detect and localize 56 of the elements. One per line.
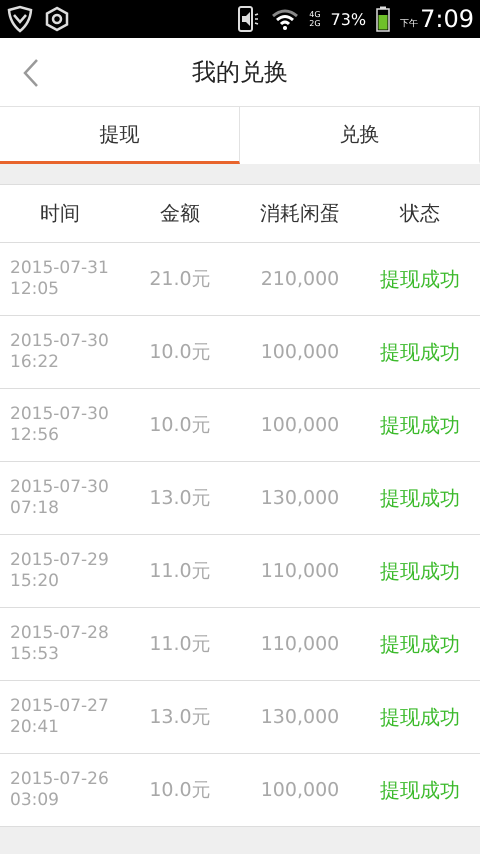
status-cell-text: 提现成功 <box>379 558 461 584</box>
network-label: 4G <box>309 10 321 19</box>
date-text: 2015-07-28 <box>10 623 110 644</box>
tab[interactable]: 提现 <box>0 107 240 164</box>
column-header: 金额 <box>159 200 201 227</box>
clock: 7:09 <box>420 5 474 33</box>
battery-icon <box>376 6 390 32</box>
period-label: 下午 <box>400 18 418 30</box>
time-text: 15:20 <box>10 571 60 592</box>
date-text: 2015-07-30 <box>10 331 110 352</box>
status-cell-text: 提现成功 <box>379 338 461 366</box>
eggs-cell-text: 210,000 <box>260 268 340 290</box>
eggs-cell-text: 130,000 <box>260 706 340 728</box>
status-cell-text: 提现成功 <box>379 630 461 658</box>
time-text: 16:22 <box>10 352 60 373</box>
amount-cell-text: 11.0元 <box>148 632 212 657</box>
time-text: 15:53 <box>10 644 60 665</box>
status-cell-text: 提现成功 <box>379 412 461 438</box>
time-text: 07:18 <box>10 498 60 519</box>
time-text: 12:56 <box>10 425 60 446</box>
eggs-cell-text: 100,000 <box>260 341 340 363</box>
eggs-cell-text: 110,000 <box>260 560 340 582</box>
column-header: 状态 <box>398 200 441 227</box>
amount-cell-text: 13.0元 <box>148 486 212 511</box>
eggs-cell-text: 100,000 <box>260 414 340 436</box>
amount-cell-text: 10.0元 <box>148 340 212 365</box>
eggs-cell-text: 110,000 <box>260 633 340 655</box>
column-header: 时间 <box>39 200 81 227</box>
amount-cell-text: 10.0元 <box>148 778 212 803</box>
wifi-icon <box>271 8 300 30</box>
hexagon-icon <box>44 6 70 32</box>
date-text: 2015-07-27 <box>10 696 110 717</box>
date-text: 2015-07-30 <box>10 477 110 498</box>
network-label: 2G <box>309 19 321 28</box>
status-cell-text: 提现成功 <box>379 704 461 730</box>
date-text: 2015-07-26 <box>10 769 110 790</box>
date-text: 2015-07-30 <box>10 404 110 425</box>
status-cell-text: 提现成功 <box>379 776 461 804</box>
date-text: 2015-07-29 <box>10 550 110 571</box>
page-title: 我的兑换 <box>192 57 288 88</box>
battery-percent: 73% <box>330 10 366 28</box>
status-cell-text: 提现成功 <box>379 484 461 512</box>
eggs-cell-text: 100,000 <box>260 779 340 801</box>
amount-cell-text: 13.0元 <box>148 705 212 730</box>
time-text: 20:41 <box>10 717 60 738</box>
amount-cell-text: 21.0元 <box>148 267 212 292</box>
shield-icon <box>6 5 34 33</box>
column-header: 消耗闲蛋 <box>259 200 341 227</box>
back-icon[interactable] <box>22 58 40 88</box>
time-text: 03:09 <box>10 790 60 811</box>
date-text: 2015-07-31 <box>10 258 110 279</box>
amount-cell-text: 11.0元 <box>148 559 212 584</box>
eggs-cell-text: 130,000 <box>260 487 340 509</box>
status-cell-text: 提现成功 <box>379 266 461 292</box>
amount-cell-text: 10.0元 <box>148 413 212 438</box>
time-text: 12:05 <box>10 279 60 300</box>
